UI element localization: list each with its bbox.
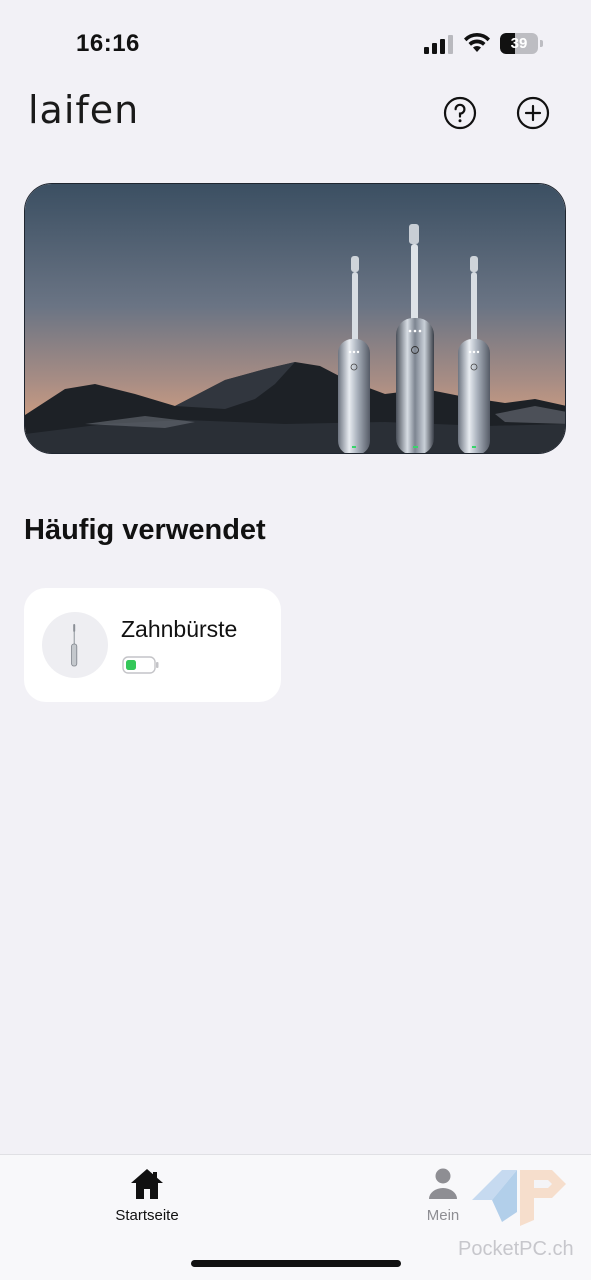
promo-banner[interactable] xyxy=(24,183,566,454)
device-card-toothbrush[interactable]: Zahnbürste xyxy=(24,588,281,702)
watermark-text: PocketPC.ch xyxy=(458,1238,574,1260)
toothbrush-promo-image xyxy=(25,184,565,453)
home-indicator xyxy=(191,1260,401,1267)
device-avatar xyxy=(42,612,108,678)
laifen-logo: laifen xyxy=(28,88,140,132)
add-device-button[interactable] xyxy=(516,96,550,130)
toothbrush-icon xyxy=(71,624,78,667)
help-button[interactable] xyxy=(443,96,477,130)
pocketpc-watermark-logo xyxy=(472,1170,566,1226)
device-name: Zahnbürste xyxy=(121,616,238,642)
plus-circle-icon xyxy=(516,96,550,130)
battery-level-text: 39 xyxy=(510,35,528,52)
battery-indicator: 39 xyxy=(500,33,544,54)
home-icon xyxy=(131,1169,163,1199)
person-icon xyxy=(429,1168,457,1199)
status-time: 16:16 xyxy=(76,30,140,57)
tab-label-startseite: Startseite xyxy=(115,1207,179,1224)
help-circle-icon xyxy=(443,96,477,130)
section-title-frequently-used: Häufig verwendet xyxy=(24,514,266,546)
tab-startseite[interactable]: Startseite xyxy=(87,1167,207,1233)
cellular-signal-icon xyxy=(424,35,453,54)
battery-low-green-icon xyxy=(122,656,159,674)
status-bar: 16:16 39 xyxy=(0,0,591,88)
wifi-icon xyxy=(464,32,490,52)
